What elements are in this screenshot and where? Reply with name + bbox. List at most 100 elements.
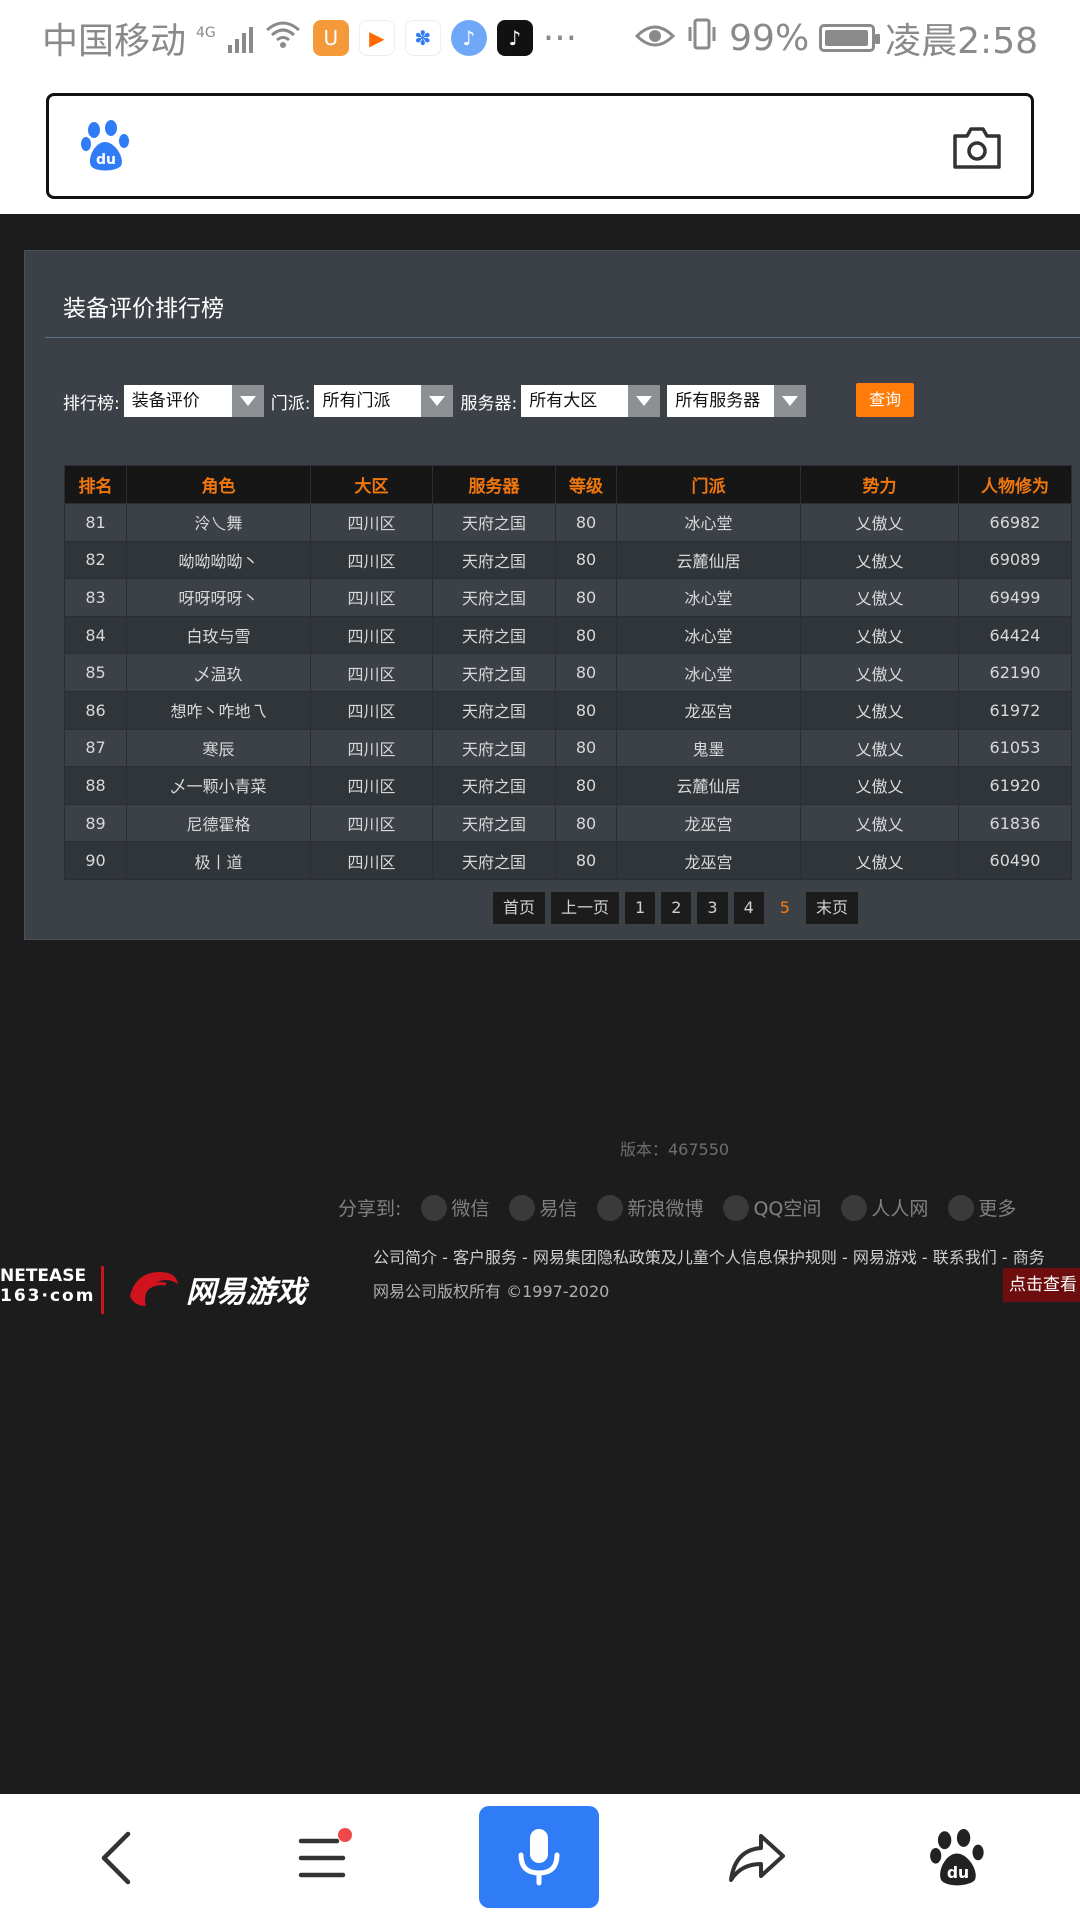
- server-select[interactable]: 所有服务器: [667, 385, 807, 417]
- table-cell: 四川区: [310, 841, 433, 880]
- page-number-button[interactable]: 5: [770, 892, 800, 924]
- table-row: 88 乄一颗小青菜 四川区 天府之国 80 云麓仙居 乂傲乂 61920: [64, 766, 1072, 805]
- region-select[interactable]: 所有大区: [521, 385, 661, 417]
- table-body: 81 泠乀舞 四川区 天府之国 80 冰心堂 乂傲乂 66982 82 呦呦呦呦丶 四川区 天府之国 8…: [64, 503, 1072, 880]
- table-cell: 80: [555, 766, 617, 805]
- search-input[interactable]: du: [46, 93, 1034, 199]
- svg-text:du: du: [947, 1864, 969, 1882]
- table-cell[interactable]: 极丨道: [126, 841, 311, 880]
- table-cell: 云麓仙居: [616, 540, 801, 580]
- share-target[interactable]: 微信: [421, 1194, 489, 1221]
- page-number-button[interactable]: 3: [697, 892, 728, 924]
- table-cell: 乂傲乂: [800, 653, 959, 692]
- last-page-button[interactable]: 末页: [805, 892, 858, 924]
- column-header: 势力: [800, 465, 959, 504]
- table-cell: 天府之国: [432, 803, 556, 843]
- table-cell: 80: [555, 503, 617, 542]
- baidu-paw-icon: du: [930, 1829, 984, 1886]
- table-cell: 四川区: [310, 690, 433, 730]
- column-header: 门派: [616, 465, 801, 504]
- share-target-label: QQ空间: [753, 1198, 822, 1220]
- table-cell[interactable]: 寒辰: [126, 728, 311, 768]
- table-cell: 鬼墨: [616, 728, 801, 768]
- click-see-button[interactable]: 点击查看: [1003, 1268, 1080, 1302]
- table-cell: 乂傲乂: [800, 803, 959, 843]
- netease-games-logo[interactable]: 网易游戏: [126, 1266, 306, 1312]
- first-page-button[interactable]: 首页: [493, 892, 546, 924]
- back-arrow-icon: [101, 1831, 131, 1885]
- table-cell: 天府之国: [432, 503, 556, 542]
- page-number-button[interactable]: 1: [625, 892, 656, 924]
- baidu-app-icon: ✽: [404, 20, 441, 56]
- qzone-icon: [723, 1194, 750, 1221]
- menu-icon: [298, 1838, 346, 1878]
- share-button[interactable]: [717, 1818, 797, 1898]
- wechat-icon: [421, 1194, 448, 1221]
- table-cell: 天府之国: [432, 690, 556, 730]
- table-cell: 66982: [958, 503, 1072, 542]
- footer-links[interactable]: 公司简介 - 客户服务 - 网易集团隐私政策及儿童个人信息保护规则 - 网易游戏…: [373, 1244, 1080, 1268]
- table-cell: 83: [64, 578, 127, 617]
- more-icon: [948, 1194, 975, 1221]
- share-target[interactable]: 人人网: [841, 1194, 928, 1221]
- back-button[interactable]: [76, 1818, 156, 1898]
- query-button[interactable]: 查询: [856, 383, 914, 417]
- dropdown-arrow-icon: [774, 385, 807, 417]
- table-cell[interactable]: 乄一颗小青菜: [126, 766, 311, 805]
- table-cell: 天府之国: [432, 653, 556, 692]
- column-header: 人物修为: [958, 465, 1072, 504]
- battery-icon: [819, 24, 881, 52]
- page-number-button[interactable]: 2: [661, 892, 692, 924]
- table-cell: 88: [64, 766, 127, 805]
- table-row: 82 呦呦呦呦丶 四川区 天府之国 80 云麓仙居 乂傲乂 69089: [64, 540, 1072, 580]
- table-row: 90 极丨道 四川区 天府之国 80 龙巫宫 乂傲乂 60490: [64, 841, 1072, 880]
- table-cell: 天府之国: [432, 540, 556, 580]
- table-cell: 四川区: [310, 766, 433, 805]
- table-cell: 乂傲乂: [800, 540, 959, 580]
- table-cell: 64424: [958, 615, 1072, 655]
- table-cell: 乂傲乂: [800, 503, 959, 542]
- table-cell[interactable]: 呦呦呦呦丶: [126, 540, 311, 580]
- table-cell: 80: [555, 578, 617, 617]
- table-cell[interactable]: 泠乀舞: [126, 503, 311, 542]
- table-cell[interactable]: 白玫与雪: [126, 615, 311, 655]
- share-target-label: 更多: [978, 1198, 1017, 1220]
- camera-icon[interactable]: [951, 126, 1003, 170]
- share-target[interactable]: 更多: [948, 1194, 1016, 1221]
- school-select[interactable]: 所有门派: [314, 385, 454, 417]
- eye-care-icon: [635, 18, 676, 59]
- share-target[interactable]: 新浪微博: [597, 1194, 703, 1221]
- filter-bar: 排行榜: 装备评价 门派: 所有门派 服务器: 所有大区 所有服务器: [63, 385, 813, 417]
- table-cell[interactable]: 乄温玖: [126, 653, 311, 692]
- table-cell: 61920: [958, 766, 1072, 805]
- table-cell: 四川区: [310, 728, 433, 768]
- more-notifications-icon: ···: [542, 17, 578, 59]
- table-cell[interactable]: 想咋丶咋地乁: [126, 690, 311, 730]
- table-cell: 冰心堂: [616, 615, 801, 655]
- table-cell[interactable]: 呀呀呀呀丶: [126, 578, 311, 617]
- rank-type-select[interactable]: 装备评价: [123, 385, 264, 417]
- netease-logo[interactable]: NETEASE 163·com: [0, 1266, 93, 1306]
- uc-browser-icon: U: [312, 20, 349, 56]
- share-icon: [729, 1834, 785, 1882]
- table-cell: 龙巫宫: [616, 803, 801, 843]
- share-target[interactable]: 易信: [509, 1194, 577, 1221]
- prev-page-button[interactable]: 上一页: [551, 892, 620, 924]
- table-cell: 天府之国: [432, 766, 556, 805]
- voice-search-button[interactable]: [479, 1806, 599, 1908]
- table-cell: 天府之国: [432, 578, 556, 617]
- page-title: 装备评价排行榜: [63, 296, 224, 322]
- table-row: 81 泠乀舞 四川区 天府之国 80 冰心堂 乂傲乂 66982: [64, 503, 1072, 542]
- logo-divider: [101, 1266, 104, 1314]
- column-header: 服务器: [432, 465, 556, 504]
- table-row: 85 乄温玖 四川区 天府之国 80 冰心堂 乂傲乂 62190: [64, 653, 1072, 692]
- share-target[interactable]: QQ空间: [723, 1194, 821, 1221]
- school-label: 门派:: [270, 393, 311, 414]
- table-cell: 四川区: [310, 540, 433, 580]
- table-cell: 四川区: [310, 615, 433, 655]
- table-cell: 乂傲乂: [800, 690, 959, 730]
- page-number-button[interactable]: 4: [733, 892, 764, 924]
- share-target-label: 微信: [451, 1198, 490, 1220]
- table-cell[interactable]: 尼德霍格: [126, 803, 311, 843]
- baidu-home-button[interactable]: du: [918, 1818, 998, 1898]
